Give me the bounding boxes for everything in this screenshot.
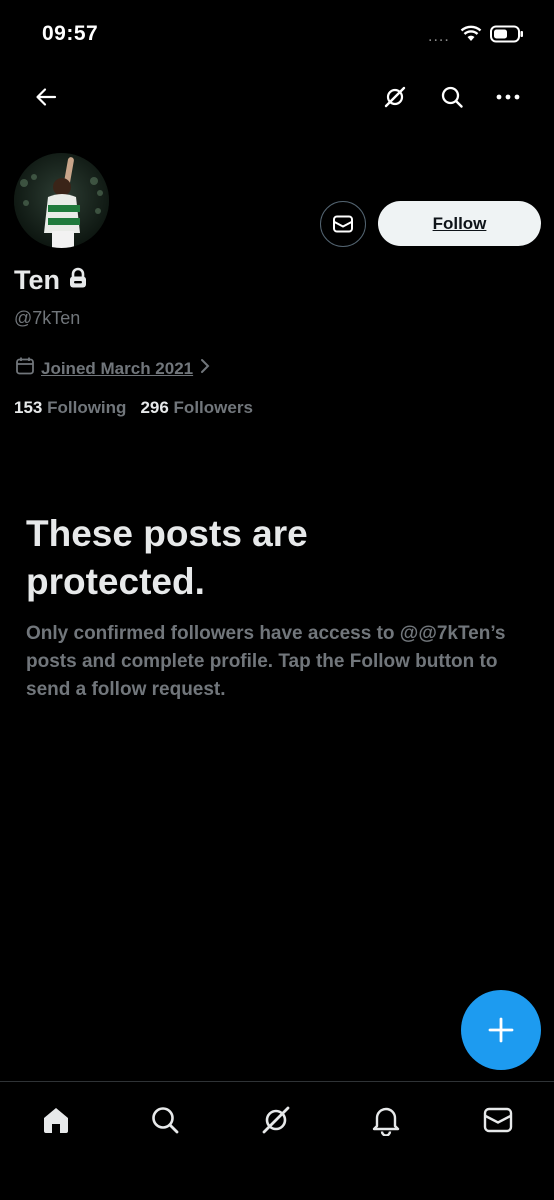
protected-title: These posts are protected. [26,513,308,602]
following-link[interactable]: 153 Following [14,398,126,418]
joined-text: Joined March 2021 [41,358,194,378]
profile-screen: 09:57 .... Follow Ten @7kTen Joined Marc… [0,0,554,1200]
follow-button[interactable]: Follow [378,201,541,246]
protected-description: Only confirmed followers have access to … [26,623,506,700]
following-label: Following [47,398,127,417]
compose-button[interactable] [461,990,541,1070]
search-icon[interactable] [430,75,474,119]
messages-icon[interactable] [478,1100,518,1140]
handle: @7kTen [14,308,81,328]
message-button[interactable] [320,201,366,247]
display-name: Ten [14,265,60,295]
calendar-icon [15,356,35,381]
notifications-icon[interactable] [366,1100,406,1140]
status-bar: 09:57 .... [0,0,554,70]
followers-link[interactable]: 296 Followers [140,398,252,418]
lock-icon [68,267,88,294]
home-icon[interactable] [36,1100,76,1140]
more-icon[interactable] [486,75,530,119]
bottom-navigation [0,1081,554,1153]
grok-icon[interactable] [256,1100,296,1140]
search-icon[interactable] [145,1100,185,1140]
top-navigation [0,75,554,123]
display-name-row: Ten [14,265,88,296]
grok-icon[interactable] [373,75,417,119]
followers-label: Followers [173,398,253,417]
signal-indicator: .... [428,28,450,45]
avatar[interactable] [14,153,109,248]
back-arrow-icon[interactable] [24,75,68,119]
chevron-right-icon [199,358,211,379]
status-time: 09:57 [42,22,99,45]
followers-count: 296 [140,398,169,417]
battery-icon [490,25,524,48]
following-count: 153 [14,398,43,417]
plus-icon [488,1017,514,1043]
wifi-icon [460,24,482,47]
mail-icon [333,215,353,233]
follow-counts: 153 Following 296 Followers [14,398,253,418]
joined-date[interactable]: Joined March 2021 [15,356,211,381]
